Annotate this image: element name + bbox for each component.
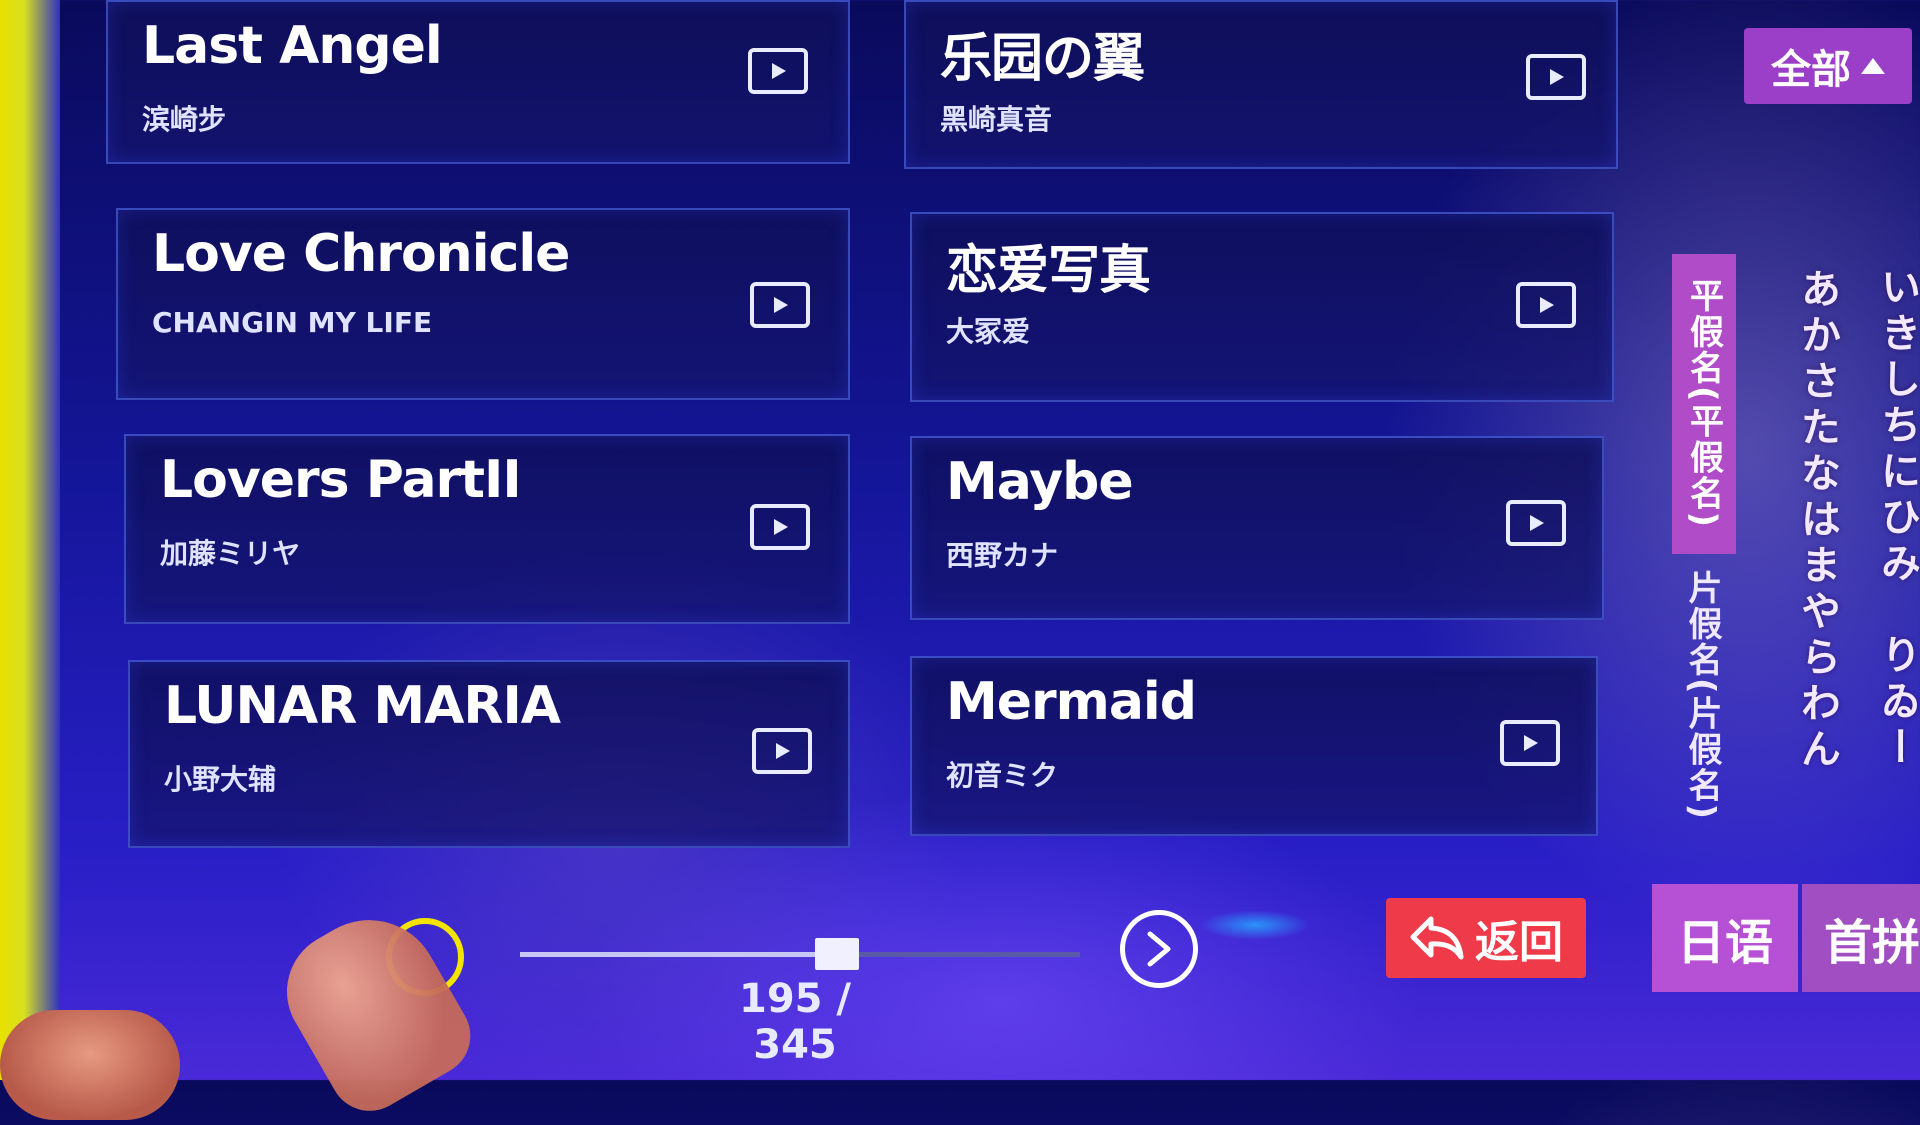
- song-artist: 初音ミク: [946, 759, 1059, 792]
- song-title: Last Angel: [142, 16, 443, 76]
- play-icon[interactable]: [1506, 500, 1566, 546]
- song-artist: 小野大辅: [164, 763, 277, 796]
- chevron-right-icon: [1147, 931, 1171, 967]
- song-artist: 黑崎真音: [940, 103, 1053, 136]
- page-slider[interactable]: [520, 938, 1080, 970]
- play-icon[interactable]: [1500, 720, 1560, 766]
- back-label: 返回: [1475, 917, 1563, 968]
- song-artist: 滨崎步: [142, 103, 227, 136]
- play-icon[interactable]: [750, 282, 810, 328]
- song-card[interactable]: Love Chronicle CHANGIN MY LIFE: [116, 208, 850, 400]
- song-card[interactable]: LUNAR MARIA 小野大辅: [128, 660, 850, 848]
- page-indicator: 195 / 345: [738, 976, 852, 1068]
- song-card[interactable]: 恋爱写真 大冢爱: [910, 212, 1614, 402]
- next-page-button[interactable]: [1120, 910, 1198, 988]
- song-grid: Last Angel 滨崎步 乐园の翼黑崎真音 Love Chronicle CHANG…: [0, 0, 1920, 1080]
- reply-arrow-icon: [1410, 916, 1464, 960]
- back-button[interactable]: 返回: [1386, 898, 1586, 978]
- caret-up-icon: [1861, 58, 1885, 74]
- kana-index-panel: 平假名(平假名) 片假名(片假名) あかさたなはまやらわん いきしちにひみ りゐ…: [1670, 248, 1920, 828]
- song-title: LUNAR MARIA: [164, 676, 561, 736]
- song-title: Maybe: [946, 452, 1134, 512]
- play-icon[interactable]: [1516, 282, 1576, 328]
- play-icon[interactable]: [750, 504, 810, 550]
- song-title: Lovers PartII: [160, 450, 522, 510]
- decorative-glow: [1200, 910, 1310, 940]
- song-artist: 西野カナ: [946, 539, 1059, 572]
- filter-label: 全部: [1771, 47, 1851, 93]
- song-card[interactable]: Lovers PartII 加藤ミリヤ: [124, 434, 850, 624]
- kana-column-2[interactable]: いきしちにひみ りゐー: [1868, 266, 1920, 772]
- user-hand: [0, 1010, 180, 1120]
- tab-hiragana[interactable]: 平假名(平假名): [1672, 254, 1736, 554]
- tab-katakana[interactable]: 片假名(片假名): [1678, 570, 1727, 821]
- filter-all-button[interactable]: 全部: [1744, 28, 1912, 104]
- kana-column-1[interactable]: あかさたなはまやらわん: [1788, 268, 1846, 774]
- song-card[interactable]: Last Angel 滨崎步: [106, 0, 850, 164]
- song-card[interactable]: Maybe 西野カナ: [910, 436, 1604, 620]
- song-card[interactable]: 乐园の翼 黑崎真音: [904, 0, 1618, 169]
- song-title: Love Chronicle: [152, 224, 570, 284]
- tab-initial-pinyin[interactable]: 首拼: [1802, 884, 1920, 992]
- song-title: 乐园の翼: [940, 29, 1145, 89]
- play-icon[interactable]: [748, 48, 808, 94]
- song-title: Mermaid: [946, 672, 1197, 732]
- song-card[interactable]: Mermaid 初音ミク: [910, 656, 1598, 836]
- song-artist: CHANGIN MY LIFE: [152, 306, 433, 339]
- language-tabs: 日语 首拼: [1652, 884, 1920, 992]
- tab-japanese[interactable]: 日语: [1652, 884, 1798, 992]
- play-icon[interactable]: [752, 728, 812, 774]
- song-artist: 大冢爱: [946, 315, 1031, 348]
- play-icon[interactable]: [1526, 54, 1586, 100]
- song-title: 恋爱写真: [946, 241, 1151, 301]
- page-slider-fill: [520, 952, 837, 957]
- song-artist: 加藤ミリヤ: [160, 537, 301, 570]
- page-slider-thumb[interactable]: [814, 938, 859, 970]
